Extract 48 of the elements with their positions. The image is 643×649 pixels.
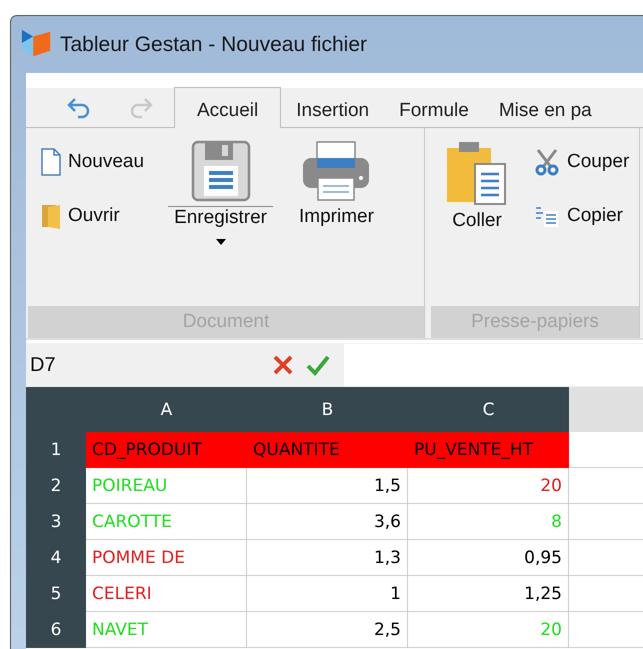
printer-icon [301, 140, 372, 202]
ribbon-button[interactable]: Nouveau [36, 144, 148, 180]
ribbon-tab[interactable]: Insertion [281, 88, 384, 128]
ribbon-button[interactable]: Imprimer [292, 136, 380, 232]
table-cell: PU_VENTE_HT [408, 432, 569, 468]
row-header[interactable]: 5 [26, 576, 86, 612]
clipboard-icon [445, 140, 509, 206]
ribbon-tab[interactable]: Accueil [174, 87, 282, 128]
table-cell: 8 [408, 504, 569, 540]
row-header[interactable]: 6 [26, 612, 86, 648]
column-header[interactable] [569, 387, 643, 432]
ribbon-button[interactable]: Couper [529, 144, 634, 180]
ribbon-tab[interactable]: Mise en pa [484, 88, 607, 128]
table-cell: NAVET [86, 612, 247, 648]
table-cell: POMME DE [86, 540, 247, 576]
table-cell: QUANTITE [247, 432, 408, 468]
row-header[interactable]: 4 [26, 540, 86, 576]
ribbon-button[interactable]: Coller [439, 136, 515, 236]
table-cell: CAROTTE [86, 504, 247, 540]
table-cell: 20 [408, 612, 569, 648]
table-cell: 1 [247, 576, 408, 612]
column-header[interactable]: C [408, 387, 569, 432]
table-cell: 20 [408, 468, 569, 504]
column-header[interactable]: A [86, 387, 247, 432]
table-cell: POIREAU [86, 468, 247, 504]
document-icon [40, 148, 62, 176]
scissors-icon [533, 148, 561, 176]
table-cell: 1,5 [247, 468, 408, 504]
table-cell: CD_PRODUIT [86, 432, 247, 468]
row-header[interactable]: 2 [26, 468, 86, 504]
table-cell: 2,5 [247, 612, 408, 648]
ribbon-button[interactable]: Ouvrir [36, 198, 148, 234]
column-header[interactable]: B [247, 387, 408, 432]
ribbon-button[interactable]: Enregistrer [162, 136, 279, 249]
row-header[interactable]: 3 [26, 504, 86, 540]
table-cell: 3,6 [247, 504, 408, 540]
table-cell: CELERI [86, 576, 247, 612]
folder-icon [40, 202, 62, 230]
copy-icon [533, 204, 561, 228]
ribbon-tab[interactable]: Formule [384, 88, 484, 128]
caret-icon [216, 239, 226, 245]
table-cell: 1,3 [247, 540, 408, 576]
window-title: Tableur Gestan - Nouveau fichier [60, 32, 367, 56]
table-cell: 1,25 [408, 576, 569, 612]
row-header[interactable]: 1 [26, 432, 86, 468]
ribbon-button[interactable]: Copier [529, 198, 634, 234]
table-cell: 0,95 [408, 540, 569, 576]
formula-input[interactable] [344, 344, 643, 386]
